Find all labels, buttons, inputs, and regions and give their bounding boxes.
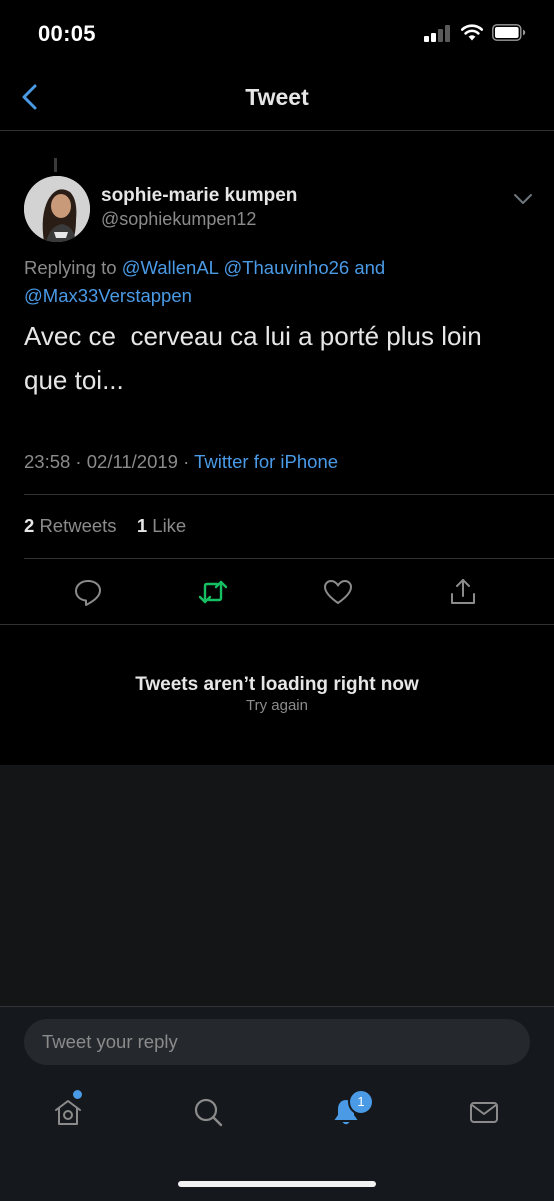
user-handle[interactable]: @sophiekumpen12 bbox=[101, 209, 256, 230]
reply-input[interactable] bbox=[24, 1019, 530, 1065]
battery-icon bbox=[492, 24, 526, 41]
likes-count: 1 bbox=[136, 515, 148, 536]
new-tweets-dot bbox=[73, 1090, 82, 1099]
home-indicator[interactable] bbox=[178, 1181, 376, 1187]
mention-link[interactable]: @Max33Verstappen bbox=[24, 285, 192, 306]
tweet-text-line: que toi... bbox=[24, 365, 124, 395]
tweet-actions bbox=[0, 560, 554, 624]
retweets-label: Retweets bbox=[39, 515, 117, 536]
display-name[interactable]: sophie-marie kumpen bbox=[101, 185, 297, 207]
tab-messages[interactable] bbox=[464, 1092, 504, 1132]
chevron-down-icon[interactable] bbox=[512, 190, 534, 208]
cellular-signal-icon bbox=[424, 24, 454, 42]
search-icon bbox=[194, 1098, 223, 1127]
retweets-stat[interactable]: 2 Retweets bbox=[24, 515, 122, 536]
tweet-stats: 2 Retweets 1 Like bbox=[24, 515, 186, 537]
mention-link[interactable]: @WallenAL bbox=[122, 257, 219, 278]
mention-and-text[interactable]: and bbox=[354, 257, 385, 278]
divider bbox=[0, 624, 554, 625]
tab-notifications[interactable]: 1 bbox=[326, 1089, 374, 1132]
tweet-meta: 23:58 · 02/11/2019 · Twitter for iPhone bbox=[24, 451, 338, 473]
thread-connector-line bbox=[54, 158, 57, 172]
like-heart-icon[interactable] bbox=[322, 576, 354, 608]
wifi-icon bbox=[460, 24, 484, 41]
status-time: 00:05 bbox=[38, 21, 96, 46]
divider bbox=[24, 494, 554, 495]
tweet-timestamp: 23:58 · 02/11/2019 · bbox=[24, 451, 190, 472]
reply-icon[interactable] bbox=[72, 576, 104, 608]
messages-envelope-icon bbox=[470, 1102, 498, 1123]
page-title: Tweet bbox=[245, 84, 309, 110]
retweet-icon[interactable] bbox=[197, 576, 229, 608]
status-bar: 00:05 bbox=[0, 0, 554, 64]
replying-to-label: Replying to bbox=[24, 257, 117, 278]
tab-home[interactable] bbox=[48, 1090, 88, 1132]
likes-stat[interactable]: 1 Like bbox=[137, 515, 186, 536]
likes-label: Like bbox=[152, 515, 187, 536]
avatar-photo bbox=[24, 176, 90, 242]
mention-link[interactable]: @Thauvinho26 bbox=[223, 257, 349, 278]
home-icon bbox=[55, 1100, 81, 1125]
tweet-text: Avec ce cerveau ca lui a porté plus loin… bbox=[24, 314, 529, 402]
share-icon[interactable] bbox=[447, 576, 479, 608]
try-again-link[interactable]: Try again bbox=[0, 697, 554, 714]
notifications-badge: 1 bbox=[348, 1089, 374, 1115]
error-message: Tweets aren’t loading right now bbox=[135, 674, 419, 695]
tweet-text-line: Avec ce cerveau ca lui a porté plus loin bbox=[24, 321, 482, 351]
status-icons bbox=[424, 22, 534, 44]
avatar[interactable] bbox=[24, 176, 90, 242]
retweets-count: 2 bbox=[24, 515, 35, 536]
replying-to-line: Replying to @WallenAL @Thauvinho26 and @… bbox=[24, 254, 524, 310]
tweet-source-link[interactable]: Twitter for iPhone bbox=[194, 451, 338, 472]
tab-search[interactable] bbox=[188, 1092, 228, 1132]
divider bbox=[24, 558, 554, 559]
navigation-bar: Tweet bbox=[0, 64, 554, 131]
empty-content-area bbox=[0, 765, 554, 1006]
